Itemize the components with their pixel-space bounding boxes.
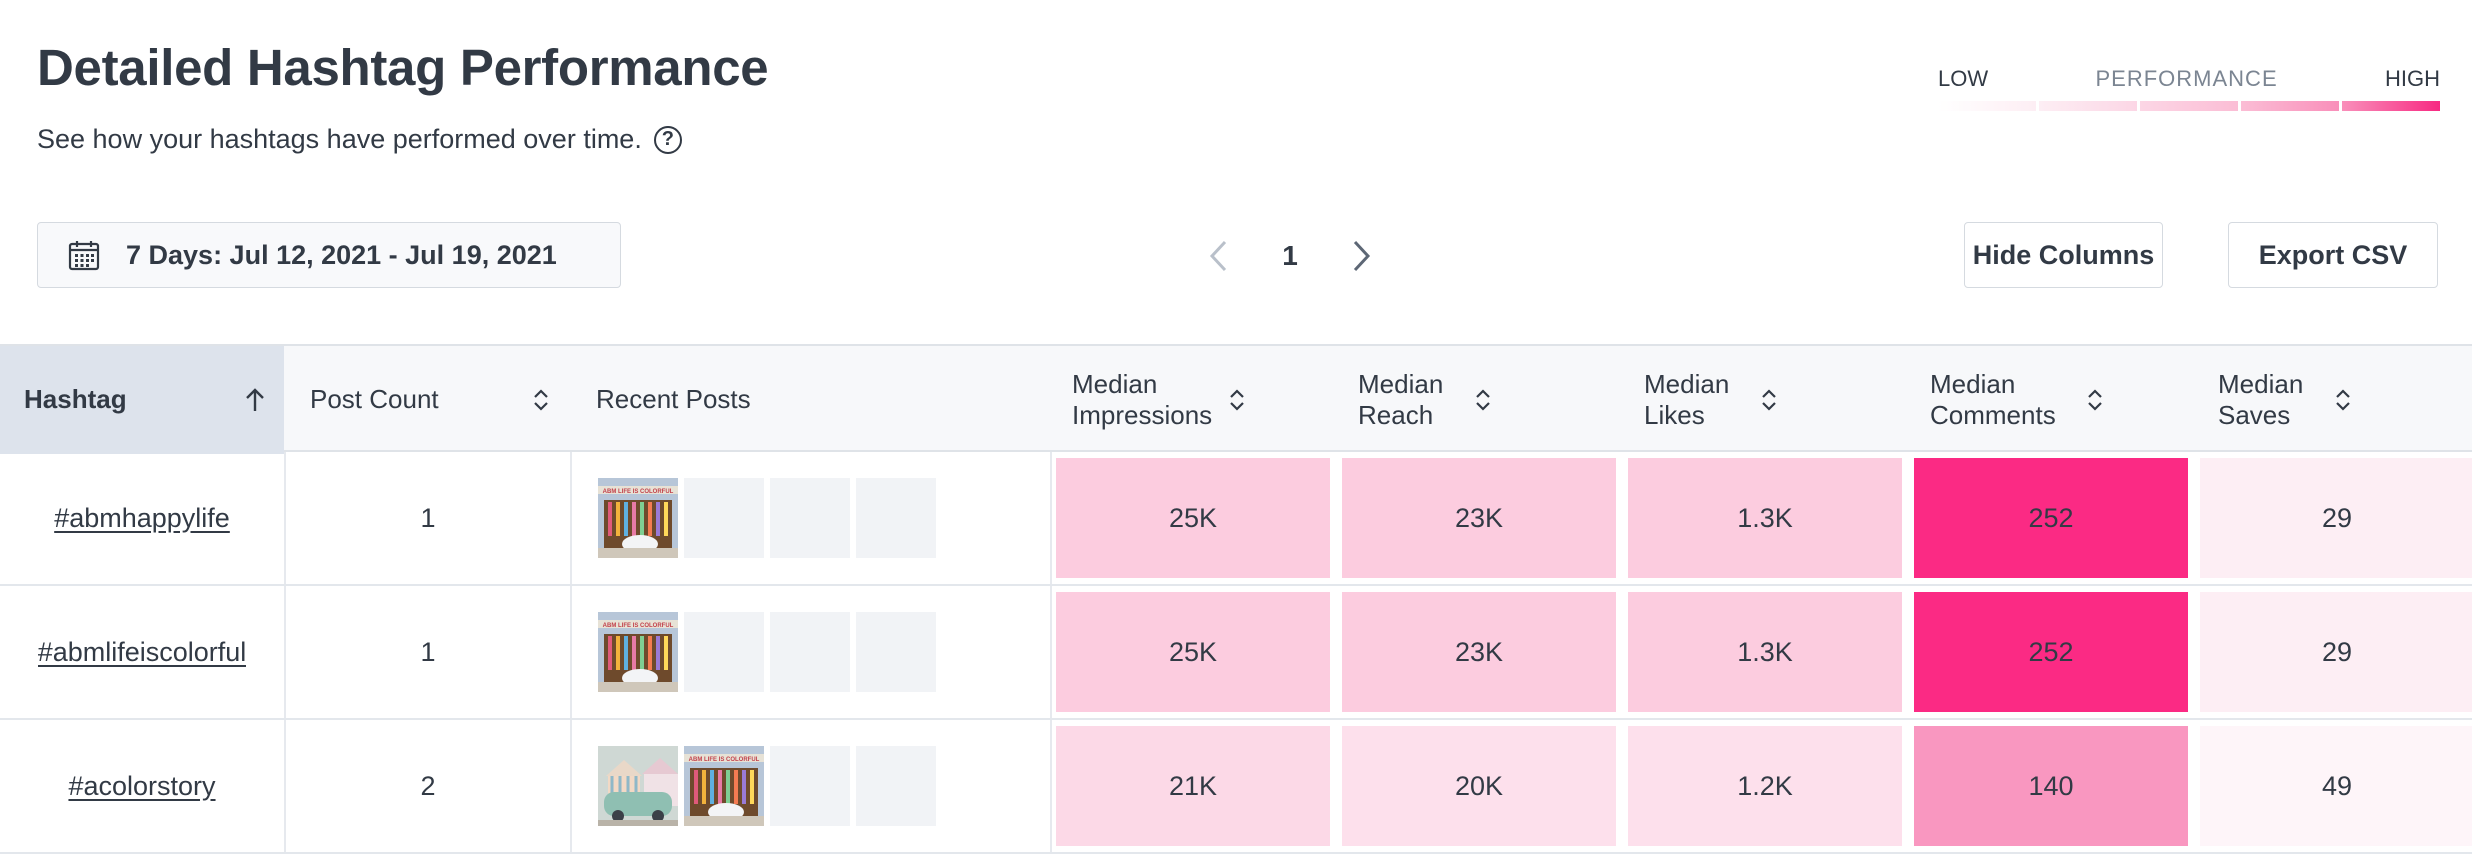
table-body: #abmhappylife 1 ABM LIFE IS COLORFUL 25K 23K… <box>0 452 2472 854</box>
median-reach-cell: 23K <box>1342 592 1616 712</box>
post-count-cell: 1 <box>420 502 436 533</box>
post-thumbnail[interactable]: ABM LIFE IS COLORFUL <box>598 612 678 692</box>
median-likes-cell: 1.3K <box>1628 458 1902 578</box>
recent-posts-cell: ABM LIFE IS COLORFUL <box>598 478 936 558</box>
legend-gradient-bar <box>1938 101 2440 111</box>
column-divider <box>570 586 572 718</box>
hashtag-table: Hashtag Post Count Recent Posts Median I… <box>0 344 2472 854</box>
median-likes-cell: 1.2K <box>1628 726 1902 846</box>
chevron-right-icon <box>1353 240 1371 272</box>
legend-low-label: LOW <box>1938 66 1989 91</box>
median-comments-cell: 252 <box>1914 458 2188 578</box>
svg-text:ABM LIFE IS COLORFUL: ABM LIFE IS COLORFUL <box>603 623 674 629</box>
median-reach-cell: 20K <box>1342 726 1616 846</box>
empty-post-slot <box>770 478 850 558</box>
column-header-median-impressions[interactable]: Median Impressions <box>1052 346 1334 454</box>
column-divider <box>1050 452 1052 584</box>
hashtag-cell: #acolorstory <box>0 720 284 852</box>
date-range-label: 7 Days: Jul 12, 2021 - Jul 19, 2021 <box>126 239 557 270</box>
page-subtitle: See how your hashtags have performed ove… <box>37 124 682 155</box>
column-header-post-count[interactable]: Post Count <box>286 346 570 454</box>
column-divider <box>570 452 572 584</box>
legend-high-label: HIGH <box>2385 66 2440 91</box>
median-impressions-cell: 21K <box>1056 726 1330 846</box>
pagination: 1 <box>1196 228 1384 284</box>
column-header-median-saves[interactable]: Median Saves <box>2196 346 2472 454</box>
median-comments-cell: 252 <box>1914 592 2188 712</box>
hide-columns-button[interactable]: Hide Columns <box>1964 222 2163 288</box>
hashtag-cell: #abmhappylife <box>0 452 284 584</box>
hashtag-link[interactable]: #abmhappylife <box>54 503 230 534</box>
prev-page-button[interactable] <box>1196 234 1240 278</box>
table-header: Hashtag Post Count Recent Posts Median I… <box>0 344 2472 454</box>
post-count-cell: 1 <box>420 636 436 667</box>
table-row: #abmlifeiscolorful 1 ABM LIFE IS COLORFUL 2… <box>0 586 2472 720</box>
date-range-picker[interactable]: 7 Days: Jul 12, 2021 - Jul 19, 2021 <box>37 222 621 288</box>
current-page: 1 <box>1282 240 1298 271</box>
table-row: #acolorstory 2 ABM LIFE IS COLORFUL 21K 20K 1… <box>0 720 2472 854</box>
hashtag-link[interactable]: #abmlifeiscolorful <box>38 637 247 668</box>
median-impressions-cell: 25K <box>1056 592 1330 712</box>
svg-text:ABM LIFE IS COLORFUL: ABM LIFE IS COLORFUL <box>689 757 760 763</box>
legend-segment <box>1938 101 2036 111</box>
chevron-left-icon <box>1209 240 1227 272</box>
column-divider <box>570 720 572 852</box>
empty-post-slot <box>856 746 936 826</box>
next-page-button[interactable] <box>1340 234 1384 278</box>
median-saves-cell: 29 <box>2200 592 2472 712</box>
column-header-median-comments[interactable]: Median Comments <box>1910 346 2192 454</box>
empty-post-slot <box>684 612 764 692</box>
empty-post-slot <box>856 478 936 558</box>
post-thumbnail[interactable]: ABM LIFE IS COLORFUL <box>684 746 764 826</box>
column-header-hashtag[interactable]: Hashtag <box>0 346 284 454</box>
performance-legend: LOW PERFORMANCE HIGH <box>1938 66 2440 111</box>
sort-toggle-icon[interactable] <box>526 385 556 415</box>
sort-toggle-icon[interactable] <box>1754 385 1784 415</box>
median-saves-cell: 29 <box>2200 458 2472 578</box>
table-row: #abmhappylife 1 ABM LIFE IS COLORFUL 25K 23K… <box>0 452 2472 586</box>
legend-segment <box>2241 101 2339 111</box>
median-reach-cell: 23K <box>1342 458 1616 578</box>
sort-toggle-icon[interactable] <box>2080 385 2110 415</box>
sort-toggle-icon[interactable] <box>1222 385 1252 415</box>
subtitle-text: See how your hashtags have performed ove… <box>37 124 642 154</box>
empty-post-slot <box>770 746 850 826</box>
post-thumbnail[interactable]: ABM LIFE IS COLORFUL <box>598 478 678 558</box>
median-comments-cell: 140 <box>1914 726 2188 846</box>
post-count-cell: 2 <box>420 770 436 801</box>
recent-posts-cell: ABM LIFE IS COLORFUL <box>598 612 936 692</box>
empty-post-slot <box>856 612 936 692</box>
column-header-recent-posts: Recent Posts <box>596 384 751 415</box>
median-likes-cell: 1.3K <box>1628 592 1902 712</box>
svg-text:ABM LIFE IS COLORFUL: ABM LIFE IS COLORFUL <box>603 489 674 495</box>
legend-segment <box>2039 101 2137 111</box>
empty-post-slot <box>684 478 764 558</box>
column-header-median-reach[interactable]: Median Reach <box>1338 346 1620 454</box>
sort-ascending-icon[interactable] <box>240 385 270 415</box>
sort-toggle-icon[interactable] <box>2328 385 2358 415</box>
page-title: Detailed Hashtag Performance <box>37 39 769 96</box>
median-saves-cell: 49 <box>2200 726 2472 846</box>
legend-performance-label: PERFORMANCE <box>2095 66 2278 91</box>
post-thumbnail[interactable] <box>598 746 678 826</box>
export-csv-button[interactable]: Export CSV <box>2228 222 2438 288</box>
calendar-icon <box>68 241 100 271</box>
legend-segment <box>2342 101 2440 111</box>
column-header-median-likes[interactable]: Median Likes <box>1624 346 1906 454</box>
hashtag-link[interactable]: #acolorstory <box>68 771 215 802</box>
legend-segment <box>2140 101 2238 111</box>
column-divider <box>1050 586 1052 718</box>
median-impressions-cell: 25K <box>1056 458 1330 578</box>
sort-toggle-icon[interactable] <box>1468 385 1498 415</box>
hashtag-cell: #abmlifeiscolorful <box>0 586 284 718</box>
column-divider <box>1050 720 1052 852</box>
empty-post-slot <box>770 612 850 692</box>
help-icon[interactable]: ? <box>653 125 682 154</box>
recent-posts-cell: ABM LIFE IS COLORFUL <box>598 746 936 826</box>
